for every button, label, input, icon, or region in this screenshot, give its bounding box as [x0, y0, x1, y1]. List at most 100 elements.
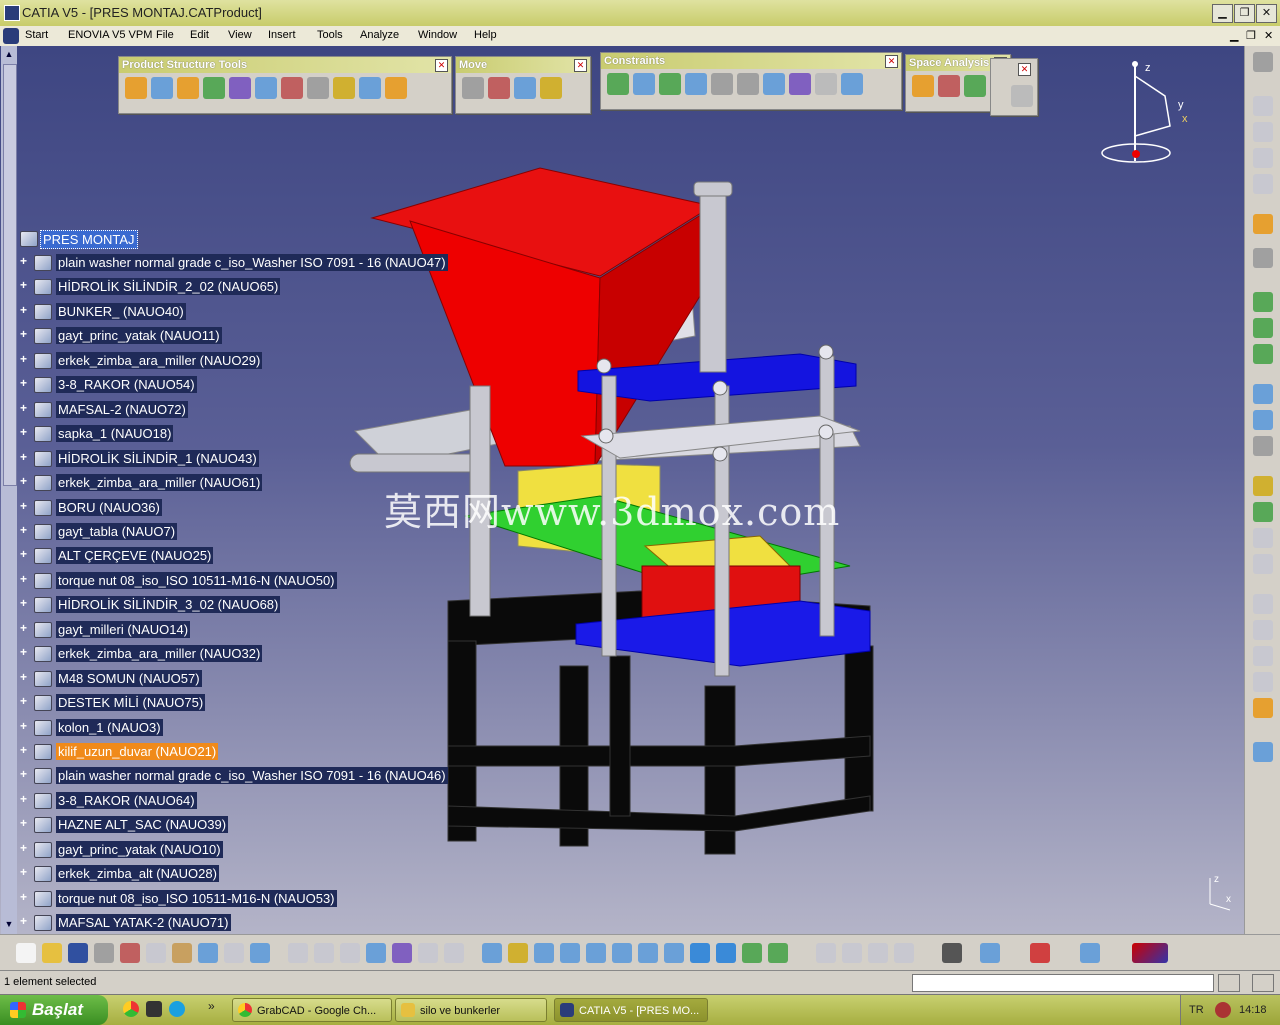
save-icon[interactable] [68, 943, 88, 963]
view-annotation-plane-icon[interactable] [1253, 672, 1273, 692]
grid-icon[interactable] [1030, 943, 1050, 963]
tree-item-label[interactable]: ALT ÇERÇEVE (NAUO25) [56, 547, 214, 565]
tree-item-label[interactable]: erkek_zimba_alt (NAUO28) [56, 865, 219, 883]
menu-analyze[interactable]: Analyze [360, 29, 399, 41]
flexible-rigid-icon[interactable] [789, 73, 811, 95]
tree-item-label[interactable]: gayt_princ_yatak (NAUO11) [56, 327, 222, 345]
expand-plus-icon[interactable]: + [20, 451, 29, 463]
distance-band-analysis-icon[interactable] [964, 75, 986, 97]
tree-item-label[interactable]: gayt_milleri (NAUO14) [56, 620, 191, 638]
tree-item-label[interactable]: HİDROLİK SİLİNDİR_1 (NAUO43) [56, 449, 259, 467]
toolbar-close-icon[interactable]: ✕ [1018, 63, 1031, 76]
cut-icon[interactable] [120, 943, 140, 963]
toolbar-close-icon[interactable]: ✕ [574, 59, 587, 72]
tree-item-label[interactable]: gayt_princ_yatak (NAUO10) [56, 840, 223, 858]
quicklaunch-overflow-icon[interactable]: » [208, 999, 215, 1013]
expand-plus-icon[interactable]: + [20, 353, 29, 365]
filter-icon[interactable] [1253, 698, 1273, 718]
formula-icon[interactable] [1253, 148, 1273, 168]
toolbar-close-icon[interactable]: ✕ [435, 59, 448, 72]
shading-icon[interactable] [716, 943, 736, 963]
tree-item-label[interactable]: BORU (NAUO36) [56, 498, 162, 516]
start-button[interactable]: Başlat [0, 995, 108, 1025]
reuse-pattern-icon[interactable] [841, 73, 863, 95]
select-arrow-icon[interactable] [1253, 214, 1273, 234]
product-icon[interactable] [151, 77, 173, 99]
compass-widget[interactable]: z y x [1100, 56, 1190, 176]
component-icon[interactable] [125, 77, 147, 99]
expand-plus-icon[interactable]: + [20, 793, 29, 805]
graph-tree-reordering-icon[interactable] [281, 77, 303, 99]
tree-item-label[interactable]: BUNKER_ (NAUO40) [56, 302, 186, 320]
zoom-in-icon[interactable] [586, 943, 606, 963]
text-icon[interactable] [1253, 594, 1273, 614]
expand-plus-icon[interactable]: + [20, 720, 29, 732]
expand-plus-icon[interactable]: + [20, 377, 29, 389]
tree-item-label[interactable]: kolon_1 (NAUO3) [56, 718, 163, 736]
3d-viewport[interactable]: ▲ ▼ Product Structure Tools ✕ Move ✕ Con… [0, 46, 1244, 934]
tree-item-label[interactable]: erkek_zimba_ara_miller (NAUO61) [56, 474, 263, 492]
lock-icon[interactable] [418, 943, 438, 963]
knowledge-icon[interactable] [340, 943, 360, 963]
save-management-icon[interactable] [1253, 554, 1273, 574]
expand-plus-icon[interactable]: + [20, 402, 29, 414]
change-constraint-icon[interactable] [815, 73, 837, 95]
coincidence-constraint-icon[interactable] [607, 73, 629, 95]
scene-icon[interactable] [1253, 384, 1273, 404]
menu-tools[interactable]: Tools [317, 29, 343, 41]
expand-plus-icon[interactable]: + [20, 817, 29, 829]
expand-plus-icon[interactable]: + [20, 475, 29, 487]
tree-item-label[interactable]: 3-8_RAKOR (NAUO54) [56, 376, 197, 394]
bottom-toolbar[interactable] [0, 934, 1280, 971]
expand-plus-icon[interactable]: + [20, 891, 29, 903]
group-select-icon[interactable] [868, 943, 888, 963]
tree-item-label[interactable]: gayt_tabla (NAUO7) [56, 522, 178, 540]
tree-icon[interactable] [392, 943, 412, 963]
right-toolbar[interactable] [1244, 46, 1280, 934]
product-structure-toolbar[interactable]: Product Structure Tools ✕ [118, 56, 452, 114]
replace-component-icon[interactable] [255, 77, 277, 99]
tree-item-label[interactable]: torque nut 08_iso_ISO 10511-M16-N (NAUO5… [56, 889, 337, 907]
update-icon[interactable] [1011, 85, 1033, 107]
expand-plus-icon[interactable]: + [20, 500, 29, 512]
menu-start[interactable]: Start [25, 29, 48, 41]
tree-item-label[interactable]: DESTEK MİLİ (NAUO75) [56, 694, 206, 712]
expand-plus-icon[interactable]: + [20, 255, 29, 267]
design-table-icon[interactable] [1253, 122, 1273, 142]
tree-root-label[interactable]: PRES MONTAJ [40, 230, 138, 249]
snap-icon[interactable] [488, 77, 510, 99]
iso-view-icon[interactable] [690, 943, 710, 963]
sectioning-icon[interactable] [938, 75, 960, 97]
contact-constraint-icon[interactable] [633, 73, 655, 95]
task-folder[interactable]: silo ve bunkerler [395, 998, 547, 1022]
hide-show-icon[interactable] [742, 943, 762, 963]
bill-of-material-icon[interactable] [1253, 436, 1273, 456]
constraints-toolbar[interactable]: Constraints ✕ [600, 52, 902, 110]
tree-item-label[interactable]: torque nut 08_iso_ISO 10511-M16-N (NAUO5… [56, 571, 337, 589]
annotation-icon[interactable] [1253, 292, 1273, 312]
formula-fx-icon[interactable] [288, 943, 308, 963]
tree-item-label[interactable]: plain washer normal grade c_iso_Washer I… [56, 767, 448, 785]
multi-instantiation-icon[interactable] [385, 77, 407, 99]
toolbar-close-icon[interactable]: ✕ [885, 55, 898, 68]
enhanced-scene-icon[interactable] [1253, 476, 1273, 496]
language-indicator[interactable]: TR [1189, 1004, 1204, 1016]
tree-item-label[interactable]: kilif_uzun_duvar (NAUO21) [56, 743, 219, 760]
normal-view-icon[interactable] [638, 943, 658, 963]
clash-icon[interactable] [912, 75, 934, 97]
expand-plus-icon[interactable]: + [20, 622, 29, 634]
law-icon[interactable] [1253, 174, 1273, 194]
tree-item-label[interactable]: MAFSAL YATAK-2 (NAUO71) [56, 914, 231, 932]
skype-icon[interactable] [169, 1001, 185, 1017]
table-icon[interactable] [366, 943, 386, 963]
measure-icon[interactable] [1253, 248, 1273, 268]
expand-plus-icon[interactable]: + [20, 304, 29, 316]
close-button[interactable]: ✕ [1256, 4, 1277, 23]
tree-item-label[interactable]: 3-8_RAKOR (NAUO64) [56, 791, 197, 809]
move-toolbar[interactable]: Move ✕ [455, 56, 591, 114]
fix-component-icon[interactable] [711, 73, 733, 95]
part-icon[interactable] [177, 77, 199, 99]
paste-icon[interactable] [172, 943, 192, 963]
menu-view[interactable]: View [228, 29, 252, 41]
expand-plus-icon[interactable]: + [20, 524, 29, 536]
